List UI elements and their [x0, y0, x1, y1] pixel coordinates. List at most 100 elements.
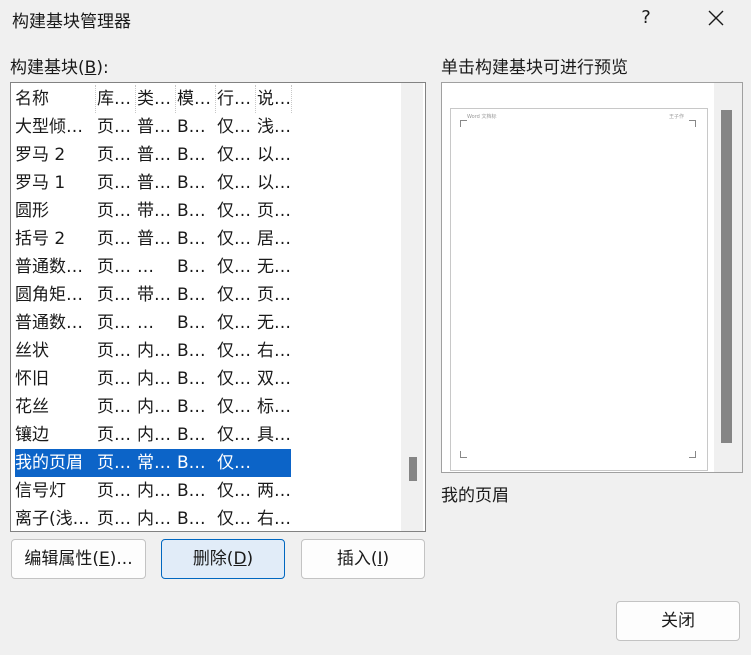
cell-library: 页…: [97, 285, 131, 305]
close-button[interactable]: 关闭: [616, 601, 740, 641]
preview-page: Word 文档标 王子作: [450, 108, 708, 471]
cell-description: 两…: [257, 481, 291, 501]
cell-description: 页…: [257, 285, 291, 305]
cell-name: 罗马 1: [15, 173, 66, 193]
cell-behavior: 仅…: [217, 117, 251, 137]
preview-item-name: 我的页眉: [441, 486, 509, 506]
preview-scrollbar-thumb[interactable]: [721, 110, 732, 443]
title-bar: 构建基块管理器 ?: [0, 0, 751, 38]
crop-mark: [460, 120, 467, 127]
cell-category: …: [137, 257, 154, 277]
cell-name: 信号灯: [15, 481, 66, 501]
table-row[interactable]: 括号 2 页… 普… B… 仅… 居…: [15, 225, 291, 253]
preview-header-right-text: 王子作: [669, 114, 685, 120]
cell-category: 普…: [137, 145, 171, 165]
cell-category: 带…: [137, 285, 171, 305]
delete-button[interactable]: 删除(D): [161, 539, 285, 579]
column-header-template[interactable]: 模…: [177, 85, 216, 113]
table-row[interactable]: 圆形 页… 带… B… 仅… 页…: [15, 197, 291, 225]
cell-description: 具…: [257, 425, 291, 445]
cell-description: 标…: [257, 397, 291, 417]
table-row[interactable]: 圆角矩… 页… 带… B… 仅… 页…: [15, 281, 291, 309]
cell-behavior: 仅…: [217, 285, 251, 305]
table-row[interactable]: 离子(浅… 页… 内… B… 仅… 右…: [15, 505, 291, 531]
cell-behavior: 仅…: [217, 397, 251, 417]
close-window-button[interactable]: [698, 4, 734, 32]
column-header-name[interactable]: 名称: [15, 85, 96, 113]
table-row[interactable]: 我的页眉 页… 常… B… 仅…: [15, 449, 291, 477]
table-row[interactable]: 花丝 页… 内… B… 仅… 标…: [15, 393, 291, 421]
cell-name: 罗马 2: [15, 145, 66, 165]
cell-template: B…: [177, 453, 206, 473]
cell-behavior: 仅…: [217, 313, 251, 333]
cell-category: …: [137, 313, 154, 333]
cell-description: 双…: [257, 369, 291, 389]
cell-description: 右…: [257, 509, 291, 529]
cell-template: B…: [177, 425, 206, 445]
cell-behavior: 仅…: [217, 481, 251, 501]
cell-category: 内…: [137, 425, 171, 445]
cell-behavior: 仅…: [217, 453, 251, 473]
cell-template: B…: [177, 201, 206, 221]
crop-mark: [689, 451, 696, 458]
table-row[interactable]: 丝状 页… 内… B… 仅… 右…: [15, 337, 291, 365]
cell-template: B…: [177, 313, 206, 333]
cell-library: 页…: [97, 509, 131, 529]
cell-library: 页…: [97, 201, 131, 221]
cell-description: [257, 449, 291, 477]
cell-category: 常…: [137, 453, 171, 473]
cell-template: B…: [177, 341, 206, 361]
cell-description: 无…: [257, 257, 291, 277]
building-blocks-label: 构建基块(B):: [10, 58, 109, 78]
cell-category: 普…: [137, 117, 171, 137]
cell-description: 居…: [257, 229, 291, 249]
table-row[interactable]: 罗马 1 页… 普… B… 仅… 以…: [15, 169, 291, 197]
cell-library: 页…: [97, 257, 131, 277]
cell-library: 页…: [97, 173, 131, 193]
insert-button[interactable]: 插入(I): [301, 539, 425, 579]
cell-name: 怀旧: [15, 369, 49, 389]
cell-name: 我的页眉: [15, 453, 83, 473]
cell-description: 无…: [257, 313, 291, 333]
cell-category: 内…: [137, 369, 171, 389]
column-header-behavior[interactable]: 行…: [217, 85, 256, 113]
cell-library: 页…: [97, 369, 131, 389]
column-header-category[interactable]: 类…: [137, 85, 176, 113]
cell-description: 浅…: [257, 117, 291, 137]
building-blocks-list[interactable]: 名称 库… 类… 模… 行… 说… 大型倾… 页… 普… B… 仅… 浅… 罗马 2 页… 普… B… 仅… 以……: [10, 82, 426, 532]
cell-library: 页…: [97, 453, 131, 473]
cell-name: 花丝: [15, 397, 49, 417]
cell-category: 内…: [137, 397, 171, 417]
cell-description: 右…: [257, 341, 291, 361]
cell-template: B…: [177, 285, 206, 305]
column-header-row[interactable]: 名称 库… 类… 模… 行… 说…: [15, 85, 292, 113]
cell-library: 页…: [97, 341, 131, 361]
table-row[interactable]: 普通数… 页… … B… 仅… 无…: [15, 309, 291, 337]
cell-library: 页…: [97, 481, 131, 501]
preview-hint-label: 单击构建基块可进行预览: [441, 58, 628, 78]
cell-template: B…: [177, 257, 206, 277]
table-row[interactable]: 信号灯 页… 内… B… 仅… 两…: [15, 477, 291, 505]
cell-library: 页…: [97, 229, 131, 249]
close-icon: [708, 10, 724, 26]
cell-behavior: 仅…: [217, 257, 251, 277]
cell-name: 大型倾…: [15, 117, 83, 137]
table-row[interactable]: 普通数… 页… … B… 仅… 无…: [15, 253, 291, 281]
cell-category: 内…: [137, 341, 171, 361]
cell-behavior: 仅…: [217, 201, 251, 221]
table-row[interactable]: 镶边 页… 内… B… 仅… 具…: [15, 421, 291, 449]
column-header-library[interactable]: 库…: [97, 85, 136, 113]
cell-template: B…: [177, 509, 206, 529]
cell-template: B…: [177, 397, 206, 417]
help-button[interactable]: ?: [628, 4, 664, 32]
table-row[interactable]: 大型倾… 页… 普… B… 仅… 浅…: [15, 113, 291, 141]
window-title: 构建基块管理器: [12, 12, 131, 32]
edit-properties-button[interactable]: 编辑属性(E)...: [11, 539, 146, 579]
cell-library: 页…: [97, 145, 131, 165]
list-scrollbar-thumb[interactable]: [409, 457, 417, 481]
cell-name: 括号 2: [15, 229, 66, 249]
cell-library: 页…: [97, 117, 131, 137]
table-row[interactable]: 怀旧 页… 内… B… 仅… 双…: [15, 365, 291, 393]
table-row[interactable]: 罗马 2 页… 普… B… 仅… 以…: [15, 141, 291, 169]
column-header-description[interactable]: 说…: [257, 85, 292, 113]
